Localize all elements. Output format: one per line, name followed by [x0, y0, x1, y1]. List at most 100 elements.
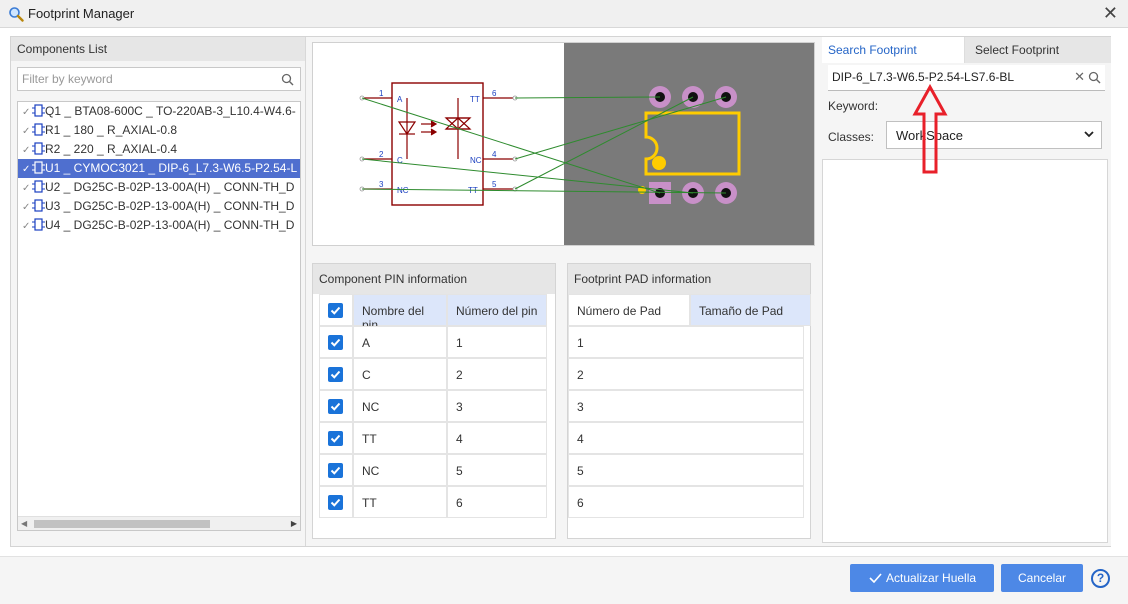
tick-icon: ✓ [22, 164, 31, 175]
update-footprint-label: Actualizar Huella [886, 571, 977, 585]
component-label: U1 _ CYMOC3021 _ DIP-6_L7.3-W6.5-P2.54-L [45, 161, 298, 175]
pin-name-label: A [397, 95, 403, 104]
component-row[interactable]: ✓ U4 _ DG25C-B-02P-13-00A(H) _ CONN-TH_D [18, 216, 300, 235]
component-row[interactable]: ✓ U2 _ DG25C-B-02P-13-00A(H) _ CONN-TH_D [18, 178, 300, 197]
pin-name-cell: NC [353, 390, 447, 422]
col-pad-size: Tamaño de Pad [690, 294, 811, 326]
pin-number-label: 3 [379, 180, 384, 189]
pad-number-cell: 2 [568, 358, 804, 390]
footprint-search-input[interactable] [828, 65, 1068, 89]
col-pad-number: Número de Pad [568, 294, 690, 326]
scroll-left-icon[interactable]: ◀ [21, 517, 27, 530]
component-row[interactable]: ✓ R2 _ 220 _ R_AXIAL-0.4 [18, 140, 300, 159]
pin-number-cell: 6 [447, 486, 547, 518]
tab-select-footprint[interactable]: Select Footprint [965, 37, 1111, 63]
component-icon [32, 104, 45, 117]
pad-number-cell: 6 [568, 486, 804, 518]
scroll-right-icon[interactable]: ▶ [291, 517, 297, 530]
component-rows: ✓ Q1 _ BTA08-600C _ TO-220AB-3_L10.4-W4.6… [18, 102, 300, 235]
components-panel: Components List ✓ Q1 _ BTA08-600C _ TO-22… [11, 37, 306, 546]
classes-label: Classes: [828, 130, 875, 144]
pin-checkbox[interactable] [328, 495, 343, 510]
select-all-checkbox[interactable] [328, 303, 343, 318]
pad-number-cell: 3 [568, 390, 804, 422]
component-row[interactable]: ✓ U3 _ DG25C-B-02P-13-00A(H) _ CONN-TH_D [18, 197, 300, 216]
pin-name-label: NC [397, 186, 409, 195]
title-bar: Footprint Manager ✕ [0, 0, 1128, 28]
components-list-header: Components List [11, 37, 305, 61]
pad-number-cell: 5 [568, 454, 804, 486]
pad-number-cell: 1 [568, 326, 804, 358]
pin-name-cell: TT [353, 422, 447, 454]
pin-number-cell: 1 [447, 326, 547, 358]
pad-info-header: Footprint PAD information [568, 264, 810, 294]
component-label: U4 _ DG25C-B-02P-13-00A(H) _ CONN-TH_D [45, 218, 295, 232]
optocoupler-internals [397, 98, 472, 159]
component-icon [32, 180, 45, 193]
pin-name-label: C [397, 156, 403, 165]
pin-number-label: 1 [379, 89, 384, 98]
pin-name-cell: A [353, 326, 447, 358]
pin-check-cell [319, 358, 353, 390]
pin-number-label: 2 [379, 150, 384, 159]
components-list: ✓ Q1 _ BTA08-600C _ TO-220AB-3_L10.4-W4.6… [17, 101, 301, 531]
footprint-preview: 1A2C3NC4TT5NC6TT [312, 42, 815, 246]
pin-checkbox[interactable] [328, 367, 343, 382]
component-icon [32, 123, 45, 136]
close-icon[interactable]: ✕ [1103, 3, 1118, 24]
pin-checkbox[interactable] [328, 463, 343, 478]
pin-checkbox[interactable] [328, 399, 343, 414]
component-icon [32, 142, 45, 155]
check-icon [869, 573, 882, 583]
cancel-button[interactable]: Cancelar [1001, 564, 1083, 592]
tick-icon: ✓ [22, 202, 31, 213]
pin-checkbox[interactable] [328, 431, 343, 446]
component-label: Q1 _ BTA08-600C _ TO-220AB-3_L10.4-W4.6- [45, 104, 296, 118]
help-icon[interactable]: ? [1091, 569, 1110, 588]
pin-check-cell [319, 422, 353, 454]
component-icon [32, 218, 45, 231]
scrollbar-thumb[interactable] [34, 520, 210, 528]
pin-number-label: 4 [492, 150, 497, 159]
search-panel: Search Footprint Select Footprint ✕ Keyw… [822, 37, 1111, 546]
symbol-labels: 1A2C3NC4TT5NC6TT [379, 89, 497, 195]
component-row[interactable]: ✓ R1 _ 180 _ R_AXIAL-0.8 [18, 121, 300, 140]
pin-check-cell [319, 390, 353, 422]
pin-info-header: Component PIN information [313, 264, 555, 294]
silkscreen-dot [652, 156, 666, 170]
preview-canvas: 1A2C3NC4TT5NC6TT [359, 43, 814, 245]
tick-icon: ✓ [22, 126, 31, 137]
pin-name-label: TT [470, 95, 480, 104]
search-icon[interactable] [1088, 71, 1101, 84]
window-title: Footprint Manager [28, 6, 135, 21]
pad-info-panel: Footprint PAD information Número de Pad … [567, 263, 811, 539]
pin-checkbox[interactable] [328, 335, 343, 350]
clear-icon[interactable]: ✕ [1074, 69, 1085, 85]
filter-box [17, 67, 301, 91]
component-row[interactable]: ✓ U1 _ CYMOC3021 _ DIP-6_L7.3-W6.5-P2.54-… [18, 159, 300, 178]
filter-input[interactable] [18, 68, 273, 90]
pad-number-cell: 4 [568, 422, 804, 454]
chevron-down-icon [1084, 131, 1094, 138]
col-pin-name: Nombre del pin [353, 294, 447, 332]
pin-number-label: 6 [492, 89, 497, 98]
update-footprint-button[interactable]: Actualizar Huella [850, 564, 994, 592]
pin-check-cell [319, 486, 353, 518]
symbol-pin-lines [362, 97, 515, 190]
pin-number-label: 5 [492, 180, 497, 189]
search-icon[interactable] [281, 73, 294, 86]
pin-name-cell: NC [353, 454, 447, 486]
footprint-results [822, 159, 1108, 543]
component-row[interactable]: ✓ Q1 _ BTA08-600C _ TO-220AB-3_L10.4-W4.6… [18, 102, 300, 121]
select-all-cell [319, 294, 353, 326]
horizontal-scrollbar[interactable]: ◀ ▶ [18, 516, 300, 530]
pin-name-cell: TT [353, 486, 447, 518]
pin-name-label: NC [470, 156, 482, 165]
tick-icon: ✓ [22, 183, 31, 194]
tab-search-footprint[interactable]: Search Footprint [822, 37, 965, 63]
keyword-label: Keyword: [828, 99, 879, 113]
pin-number-cell: 2 [447, 358, 547, 390]
pin-number-cell: 5 [447, 454, 547, 486]
component-label: U2 _ DG25C-B-02P-13-00A(H) _ CONN-TH_D [45, 180, 295, 194]
footer: Actualizar Huella Cancelar ? [0, 556, 1128, 604]
